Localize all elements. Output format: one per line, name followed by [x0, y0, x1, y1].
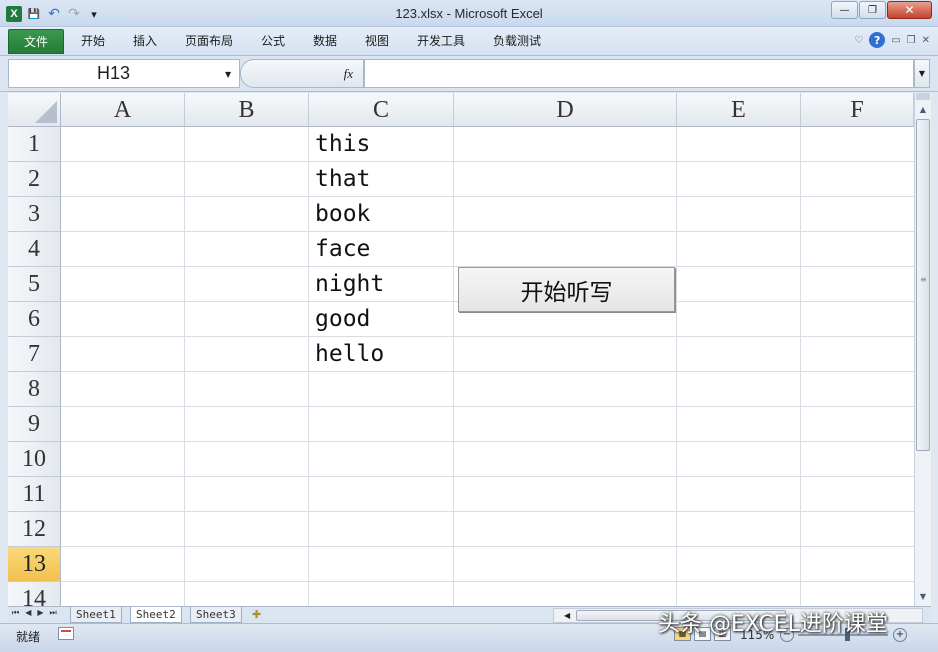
cell-c3[interactable]: book: [309, 197, 370, 232]
last-sheet-icon[interactable]: ⏭: [50, 608, 57, 618]
row-header[interactable]: 4: [8, 232, 61, 267]
sheet-tab-sheet3[interactable]: Sheet3: [190, 607, 242, 623]
column-header-c[interactable]: C: [309, 93, 454, 127]
watermark-text: 头条 @EXCEL进阶课堂: [658, 612, 888, 637]
formula-input[interactable]: [364, 59, 914, 88]
record-macro-icon[interactable]: [58, 627, 74, 640]
formula-tools: fx: [240, 59, 364, 88]
row-header[interactable]: 6: [8, 302, 61, 337]
cell-c2[interactable]: that: [309, 162, 370, 197]
prev-sheet-icon[interactable]: ◀: [25, 608, 31, 618]
column-header-e[interactable]: E: [677, 93, 801, 127]
ribbon-controls: ♡ ? ▭ ❐ ✕: [854, 32, 930, 48]
row-header[interactable]: 10: [8, 442, 61, 477]
column-header-d[interactable]: D: [454, 93, 677, 127]
cell-c4[interactable]: face: [309, 232, 370, 267]
row-header[interactable]: 9: [8, 407, 61, 442]
formula-bar: H13 ▼ fx ▼: [0, 56, 938, 92]
row-header[interactable]: 1: [8, 127, 61, 162]
tab-data[interactable]: 数据: [313, 32, 337, 49]
start-dictation-button[interactable]: 开始听写: [458, 267, 675, 312]
row-header[interactable]: 12: [8, 512, 61, 547]
minimize-button[interactable]: —: [831, 1, 858, 19]
cell-c1[interactable]: this: [309, 127, 370, 162]
zoom-in-button[interactable]: +: [893, 628, 907, 642]
column-header-a[interactable]: A: [61, 93, 185, 127]
status-ready: 就绪: [16, 630, 41, 644]
workbook-close-icon[interactable]: ✕: [922, 35, 930, 46]
select-all-corner[interactable]: [8, 93, 61, 127]
sheet-tab-sheet1[interactable]: Sheet1: [70, 607, 122, 623]
row-header[interactable]: 7: [8, 337, 61, 372]
window-title: 123.xlsx - Microsoft Excel: [395, 6, 543, 21]
tab-load-test[interactable]: 负载测试: [493, 32, 541, 49]
tab-file[interactable]: 文件: [8, 29, 64, 54]
workbook-minimize-icon[interactable]: ▭: [891, 35, 900, 46]
row-header[interactable]: 3: [8, 197, 61, 232]
row-header[interactable]: 5: [8, 267, 61, 302]
insert-sheet-icon[interactable]: ✚: [252, 608, 261, 621]
name-box[interactable]: H13: [8, 59, 240, 88]
workbook-restore-icon[interactable]: ❐: [907, 35, 916, 46]
sheet-nav: ⏮ ◀ ▶ ⏭: [12, 608, 57, 618]
column-header-b[interactable]: B: [185, 93, 309, 127]
tab-view[interactable]: 视图: [365, 32, 389, 49]
tab-page-layout[interactable]: 页面布局: [185, 32, 233, 49]
cell-c6[interactable]: good: [309, 302, 370, 337]
tab-developer[interactable]: 开发工具: [417, 32, 465, 49]
insert-function-icon[interactable]: fx: [344, 66, 353, 82]
split-box[interactable]: [916, 93, 930, 100]
first-sheet-icon[interactable]: ⏮: [12, 608, 19, 618]
row-header[interactable]: 2: [8, 162, 61, 197]
tab-formulas[interactable]: 公式: [261, 32, 285, 49]
next-sheet-icon[interactable]: ▶: [37, 608, 43, 618]
tab-home[interactable]: 开始: [81, 32, 105, 49]
title-bar: X 💾 ↶ ↷ ▾ 123.xlsx - Microsoft Excel — ❐…: [0, 0, 938, 27]
scroll-left-icon[interactable]: ◀: [564, 609, 570, 622]
column-header-f[interactable]: F: [801, 93, 914, 127]
restore-button[interactable]: ❐: [859, 1, 886, 19]
scroll-up-icon[interactable]: ▲: [916, 102, 930, 117]
expand-formula-bar-icon[interactable]: ▼: [914, 59, 930, 88]
row-header[interactable]: 8: [8, 372, 61, 407]
help-icon[interactable]: ?: [869, 32, 886, 48]
sheet-tab-sheet2[interactable]: Sheet2: [130, 607, 182, 623]
minimize-ribbon-icon[interactable]: ♡: [854, 35, 863, 46]
close-button[interactable]: ✕: [887, 1, 932, 19]
row-header-active[interactable]: 13: [8, 547, 61, 582]
cell-c5[interactable]: night: [309, 267, 384, 302]
row-header[interactable]: 14: [8, 582, 61, 606]
cell-c7[interactable]: hello: [309, 337, 384, 372]
vertical-scrollbar[interactable]: ▲ ≡ ▼: [914, 93, 931, 606]
scroll-down-icon[interactable]: ▼: [916, 589, 930, 604]
ribbon-tabs: 文件 开始 插入 页面布局 公式 数据 视图 开发工具 负载测试 ♡ ? ▭ ❐…: [0, 27, 938, 56]
window-controls: — ❐ ✕: [831, 1, 932, 19]
worksheet-grid[interactable]: A B C D E F 1 2 3 4 5 6 7 8 9 10 11 12 1…: [8, 93, 914, 606]
vertical-scroll-thumb[interactable]: ≡: [916, 119, 930, 451]
row-header[interactable]: 11: [8, 477, 61, 512]
tab-insert[interactable]: 插入: [133, 32, 157, 49]
name-box-dropdown-icon[interactable]: ▼: [225, 70, 231, 79]
